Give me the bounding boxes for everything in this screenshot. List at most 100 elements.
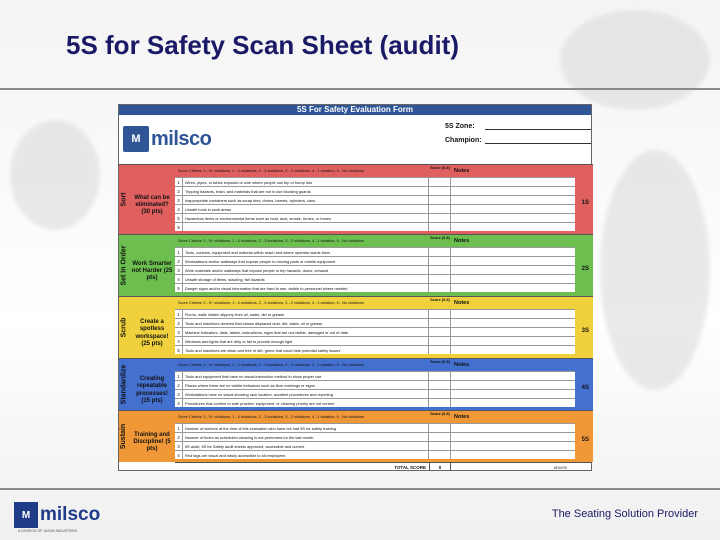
- notes-cell[interactable]: [451, 346, 575, 354]
- section-side-label: Sustain: [120, 423, 128, 450]
- table-row: 1 Number of workers at the time of this e…: [175, 423, 575, 432]
- notes-header: Notes: [451, 359, 575, 371]
- score-cell[interactable]: [429, 205, 451, 213]
- score-criteria: Score Criteria: 0 - 5+ violations, 1 - 4…: [175, 359, 429, 371]
- score-cell[interactable]: [429, 310, 451, 318]
- total-score-row: TOTAL SCORE 0 #DIV/0!: [175, 462, 591, 471]
- score-cell[interactable]: [429, 346, 451, 354]
- notes-cell[interactable]: [451, 337, 575, 345]
- notes-cell[interactable]: [451, 266, 575, 274]
- notes-cell[interactable]: [451, 257, 575, 265]
- form-logo: M milsco: [123, 121, 233, 157]
- section-total: 4S: [581, 384, 589, 391]
- score-cell[interactable]: [429, 442, 451, 450]
- table-row: 1 Tools, controls, equipment and material…: [175, 247, 575, 256]
- notes-cell[interactable]: [451, 275, 575, 283]
- title-divider: [0, 88, 720, 90]
- notes-cell[interactable]: [451, 248, 575, 256]
- score-cell[interactable]: [429, 223, 451, 231]
- score-cell[interactable]: [429, 248, 451, 256]
- score-cell[interactable]: [429, 372, 451, 380]
- notes-cell[interactable]: [451, 451, 575, 459]
- form-logo-text: milsco: [151, 127, 212, 150]
- item-rows: 1 Floors, walls hidden slippery from oil,…: [175, 309, 575, 354]
- champion-input-line[interactable]: [485, 136, 591, 144]
- evaluation-form: 5S For Safety Evaluation Form M milsco 5…: [118, 104, 593, 471]
- notes-cell[interactable]: [451, 178, 575, 186]
- zone-input-line[interactable]: [485, 122, 591, 130]
- score-cell[interactable]: [429, 399, 451, 407]
- score-header: Score (0-5): [429, 297, 451, 309]
- footer-subtext: A DIVISION OF JASON INDUSTRIES: [18, 529, 78, 533]
- section-set-in-order: Set In Order Work Smarter not Harder (25…: [119, 234, 593, 296]
- notes-cell[interactable]: [451, 223, 575, 231]
- score-cell[interactable]: [429, 266, 451, 274]
- score-header: Score (0-5): [429, 165, 451, 177]
- zone-field[interactable]: 5S Zone:: [445, 119, 591, 133]
- score-cell[interactable]: [429, 451, 451, 459]
- notes-cell[interactable]: [451, 424, 575, 432]
- section-sustain: Sustain Training and Discipline! (5 pts)…: [119, 410, 593, 462]
- notes-cell[interactable]: [451, 187, 575, 195]
- table-row: 3 Inappropriate containers such as scrap …: [175, 195, 575, 204]
- score-cell[interactable]: [429, 328, 451, 336]
- notes-cell[interactable]: [451, 205, 575, 213]
- notes-cell[interactable]: [451, 319, 575, 327]
- score-cell[interactable]: [429, 196, 451, 204]
- section-goal: Creating repeatable processes! (15 pts): [136, 376, 168, 404]
- notes-header: Notes: [451, 165, 575, 177]
- table-row: 2 Tripping hazards, trash, and materials …: [175, 186, 575, 195]
- table-row: 4 Windows and lights that are dirty or fa…: [175, 336, 575, 345]
- notes-cell[interactable]: [451, 372, 575, 380]
- champion-label: Champion:: [445, 136, 482, 144]
- world-map-shape: [10, 120, 100, 230]
- table-row: 1 Floors, walls hidden slippery from oil,…: [175, 309, 575, 318]
- footer-divider: [0, 488, 720, 490]
- table-row: 5 Hazardous items or environmental items …: [175, 213, 575, 222]
- table-row: 1 Tools and equipment that have no visual…: [175, 371, 575, 380]
- score-cell[interactable]: [429, 284, 451, 292]
- notes-cell[interactable]: [451, 310, 575, 318]
- score-header: Score (0-5): [429, 235, 451, 247]
- table-row: 2 Tools and machines cleaned that shows d…: [175, 318, 575, 327]
- total-score-extra: #DIV/0!: [553, 465, 567, 470]
- footer-logo-text: milsco: [40, 504, 101, 525]
- notes-cell[interactable]: [451, 390, 575, 398]
- notes-cell[interactable]: [451, 433, 575, 441]
- score-cell[interactable]: [429, 214, 451, 222]
- section-side-label: Sort: [120, 192, 128, 207]
- section-goal: Training and Discipline! (5 pts): [133, 431, 171, 453]
- score-cell[interactable]: [429, 337, 451, 345]
- table-row: 4 Unsafe storage of items, stacking, fall…: [175, 274, 575, 283]
- section-total: 3S: [581, 327, 589, 334]
- form-title: 5S For Safety Evaluation Form: [119, 105, 591, 115]
- table-row: 2 Places where there are no visible indic…: [175, 380, 575, 389]
- milsco-logo-icon: M: [14, 502, 38, 528]
- notes-cell[interactable]: [451, 381, 575, 389]
- notes-cell[interactable]: [451, 214, 575, 222]
- section-goal: Create a spotless workspace! (25 pts): [135, 319, 169, 347]
- score-cell[interactable]: [429, 178, 451, 186]
- score-cell[interactable]: [429, 390, 451, 398]
- company-tagline: The Seating Solution Provider: [551, 508, 698, 520]
- notes-cell[interactable]: [451, 284, 575, 292]
- score-cell[interactable]: [429, 319, 451, 327]
- score-header: Score (0-5): [429, 359, 451, 371]
- score-cell[interactable]: [429, 381, 451, 389]
- score-cell[interactable]: [429, 424, 451, 432]
- score-cell[interactable]: [429, 257, 451, 265]
- notes-cell[interactable]: [451, 399, 575, 407]
- table-row: 4 Procedures that confirm to safe practic…: [175, 398, 575, 407]
- champion-field[interactable]: Champion:: [445, 133, 591, 147]
- table-row: 4 Unsafe tools in work areas: [175, 204, 575, 213]
- score-cell[interactable]: [429, 187, 451, 195]
- notes-cell[interactable]: [451, 328, 575, 336]
- score-criteria: Score Criteria: 0 - 5+ violations, 1 - 4…: [175, 297, 429, 309]
- table-row: 4 Red tags are visual and easily accessib…: [175, 450, 575, 459]
- score-cell[interactable]: [429, 433, 451, 441]
- notes-header: Notes: [451, 235, 575, 247]
- notes-cell[interactable]: [451, 196, 575, 204]
- score-cell[interactable]: [429, 275, 451, 283]
- item-rows: 1 Tools and equipment that have no visual…: [175, 371, 575, 407]
- notes-cell[interactable]: [451, 442, 575, 450]
